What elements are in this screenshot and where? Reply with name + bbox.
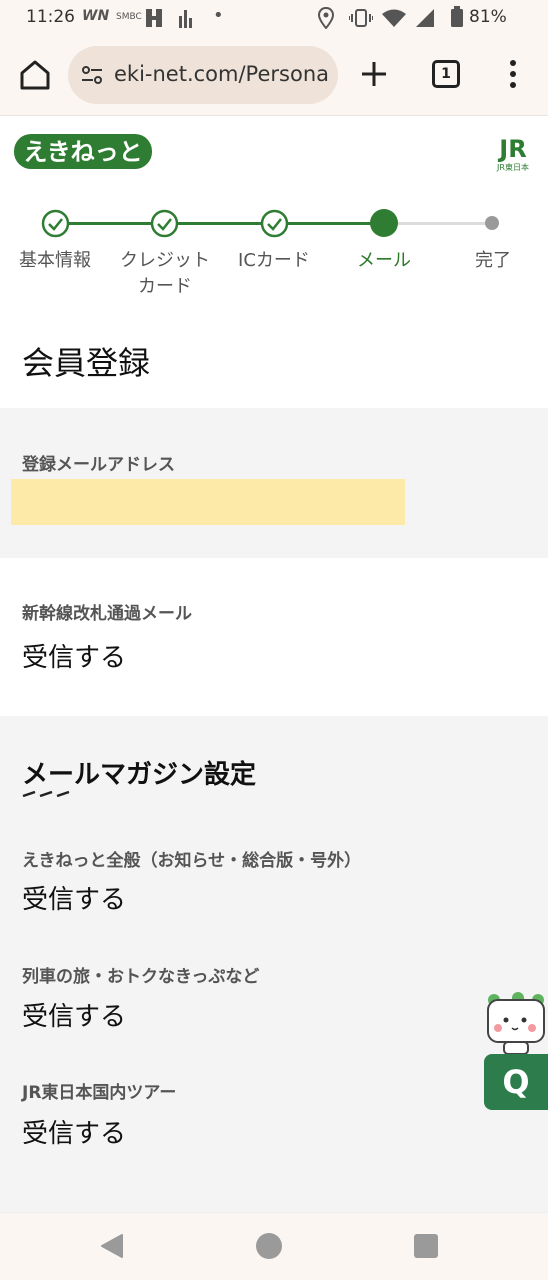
- notification-icon-smbc: SMBC: [116, 12, 142, 22]
- email-label: 登録メールアドレス: [22, 455, 175, 475]
- signal-icon: [416, 9, 434, 27]
- overflow-menu-icon[interactable]: [503, 58, 523, 90]
- mascot-character-icon[interactable]: [484, 990, 548, 1056]
- progress-stepper: 基本情報 クレジットカード ICカード メール 完了: [0, 200, 548, 310]
- jr-logo-text: JR: [497, 135, 526, 163]
- back-icon[interactable]: [100, 1233, 124, 1259]
- step-3-label: ICカード: [219, 248, 329, 274]
- step-1-check-icon: [41, 209, 70, 238]
- magazine-item-3-label: JR東日本国内ツアー: [22, 1083, 177, 1103]
- stepper-line-done: [55, 222, 384, 225]
- step-2-label: クレジット カード: [110, 248, 220, 300]
- magazine-item-2-value: 受信する: [22, 1002, 127, 1032]
- site-settings-icon[interactable]: [80, 63, 104, 87]
- magazine-item-2-label: 列車の旅・おトクなきっぷなど: [22, 967, 260, 987]
- jr-logo-subtext: JR東日本: [496, 162, 529, 172]
- step-2-check-icon: [150, 209, 179, 238]
- battery-icon: [451, 6, 463, 27]
- magazine-item-3-value: 受信する: [22, 1119, 127, 1149]
- step-2-label-text: クレジット: [120, 250, 210, 271]
- android-nav-bar: [0, 1212, 548, 1280]
- status-time: 11:26: [26, 7, 75, 27]
- magazine-item-1-label: えきねっと全般（お知らせ・総合版・号外）: [22, 851, 362, 871]
- grid-notification-icon: [146, 9, 162, 27]
- vibrate-icon: [349, 9, 373, 27]
- step-5-label: 完了: [438, 248, 548, 274]
- new-tab-icon[interactable]: [358, 58, 390, 90]
- browser-toolbar: eki-net.com/Persona 1: [0, 36, 548, 116]
- jr-east-logo[interactable]: JR JR東日本: [490, 133, 536, 173]
- heading-underline-decoration: [22, 791, 70, 797]
- home-icon[interactable]: [18, 58, 52, 92]
- step-3-label-text: ICカード: [238, 250, 310, 271]
- step-5-label-text: 完了: [475, 250, 511, 271]
- step-1-label: 基本情報: [0, 248, 110, 274]
- recent-apps-icon[interactable]: [414, 1234, 438, 1258]
- step-4-label: メール: [329, 248, 439, 274]
- location-icon: [318, 7, 334, 29]
- battery-percent: 81%: [469, 7, 507, 27]
- wifi-icon: [382, 9, 406, 27]
- help-faq-button[interactable]: Q: [484, 1054, 548, 1110]
- url-text[interactable]: eki-net.com/Persona: [114, 62, 328, 86]
- more-notifications-dot: •: [213, 5, 224, 26]
- step-5-todo-dot: [485, 216, 499, 230]
- notification-icon-wn: WN: [82, 8, 110, 24]
- magazine-heading: メールマガジン設定: [22, 760, 257, 790]
- step-2-label-text-2: カード: [138, 276, 192, 297]
- chart-notification-icon: [179, 10, 192, 28]
- address-bar[interactable]: eki-net.com/Persona: [68, 46, 338, 104]
- shinkansen-mail-label: 新幹線改札通過メール: [22, 604, 192, 624]
- email-value-redacted: [11, 479, 405, 525]
- shinkansen-mail-value: 受信する: [22, 643, 127, 673]
- step-4-label-text: メール: [357, 250, 411, 271]
- tab-switcher-button[interactable]: 1: [432, 60, 460, 88]
- logo-text: えきねっと: [23, 138, 142, 166]
- step-3-check-icon: [260, 209, 289, 238]
- page-title: 会員登録: [22, 344, 151, 382]
- step-1-label-text: 基本情報: [19, 250, 91, 271]
- home-nav-icon[interactable]: [256, 1233, 282, 1259]
- status-bar: 11:26 WN SMBC • 81%: [0, 0, 548, 36]
- stepper-line-todo: [384, 222, 492, 225]
- magazine-item-1-value: 受信する: [22, 885, 127, 915]
- ekinet-logo[interactable]: えきねっと: [13, 131, 153, 171]
- step-4-current-dot: [370, 209, 398, 237]
